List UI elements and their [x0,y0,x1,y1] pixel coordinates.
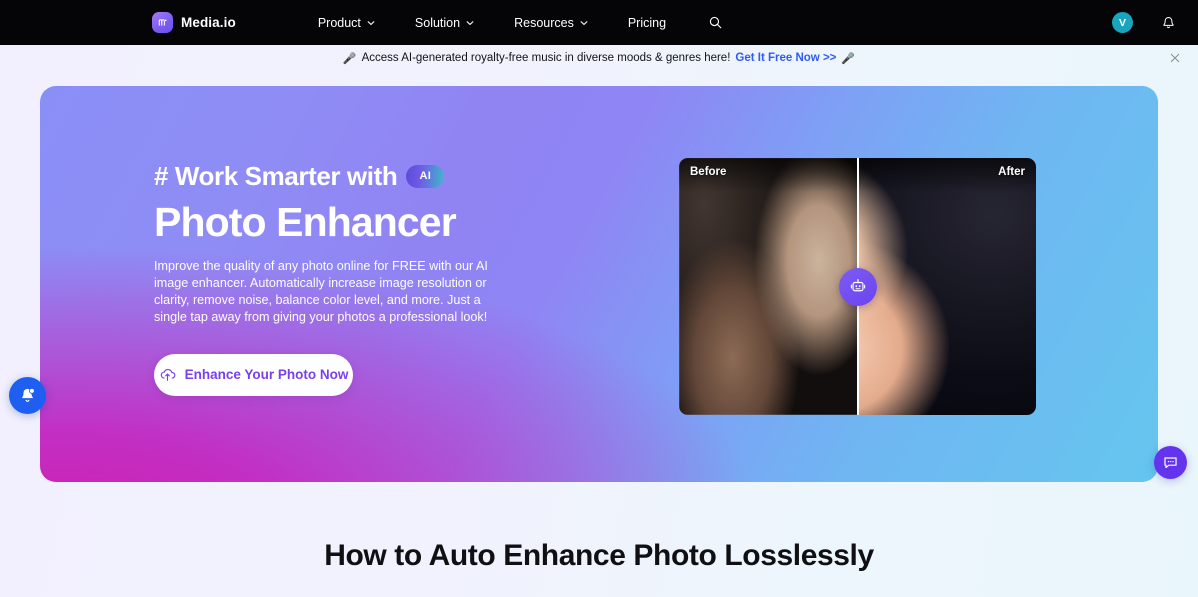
avatar[interactable]: V [1112,12,1133,33]
comparison-slider-handle[interactable] [838,267,877,306]
nav-right-actions: V [1112,12,1176,33]
hero-eyebrow-text: # Work Smarter with [154,161,398,191]
chevron-down-icon [466,20,474,25]
hero-banner: # Work Smarter with AI Photo Enhancer Im… [40,86,1158,482]
search-icon [709,16,722,29]
hero-copy: # Work Smarter with AI Photo Enhancer Im… [40,86,600,396]
promo-banner-link[interactable]: Get It Free Now >> [735,52,836,64]
brand-name: Media.io [181,15,236,30]
page-title: Photo Enhancer [154,199,457,245]
bell-icon [1163,16,1174,28]
search-button[interactable] [708,15,723,30]
notification-bell-icon [22,388,35,402]
chat-bubble-icon [1164,457,1177,469]
section-heading: How to Auto Enhance Photo Losslessly [324,539,874,572]
nav-item-label: Solution [414,15,461,30]
ai-badge: AI [406,164,445,188]
avatar-initial: V [1118,16,1126,29]
before-image [679,158,858,415]
hero-eyebrow: # Work Smarter with AI [154,163,600,189]
after-image-pane: After [857,158,1037,415]
before-image-pane: Before [679,158,858,415]
chevron-down-icon [367,20,375,25]
notifications-button[interactable] [1161,15,1176,31]
robot-ai-icon [850,278,865,291]
nav-item-resources[interactable]: Resources [494,16,608,30]
hero-wrapper: # Work Smarter with AI Photo Enhancer Im… [0,71,1198,482]
microphone-icon: 🎤 [841,52,856,65]
cloud-upload-icon [160,369,175,382]
nav-item-product[interactable]: Product [298,16,395,30]
nav-item-label: Product [317,15,361,30]
nav-item-label: Resources [514,15,574,30]
microphone-icon: 🎤 [342,52,357,65]
after-image-inner [858,158,1037,415]
enhance-photo-button-label: Enhance Your Photo Now [184,367,349,383]
brand-logo[interactable]: Media.io [152,12,236,33]
chevron-down-icon [580,20,588,25]
hero-description: Improve the quality of any photo online … [154,259,488,324]
nav-links: Product Solution Resources Pricing [298,15,723,30]
nav-item-solution[interactable]: Solution [395,16,494,30]
nav-item-pricing[interactable]: Pricing [608,16,686,30]
before-after-comparison[interactable]: Before After [679,158,1036,415]
after-image [857,158,1037,415]
chat-widget-button[interactable] [1154,446,1187,479]
top-navigation-bar: Media.io Product Solution Resources Pric… [0,0,1198,45]
nav-item-label: Pricing [627,15,667,30]
enhance-photo-button[interactable]: Enhance Your Photo Now [154,353,353,396]
promo-banner: 🎤 Access AI-generated royalty-free music… [0,45,1198,71]
notification-widget-button[interactable] [9,377,46,414]
close-icon[interactable] [1168,51,1182,65]
promo-banner-text: Access AI-generated royalty-free music i… [361,52,731,64]
media-io-logo-icon [152,12,173,33]
